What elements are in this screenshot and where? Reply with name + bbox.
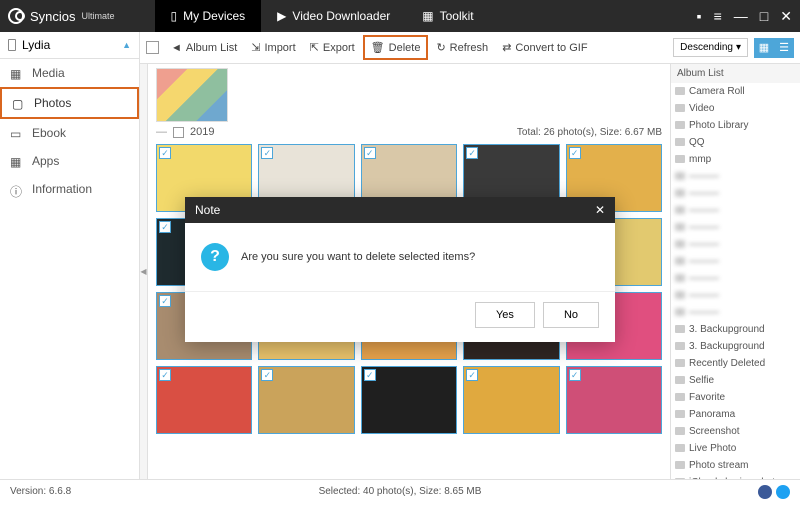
confirm-dialog: Note ✕ ? Are you sure you want to delete… (185, 197, 615, 342)
no-button[interactable]: No (543, 302, 599, 328)
dialog-close-icon[interactable]: ✕ (595, 203, 605, 217)
question-icon: ? (201, 243, 229, 271)
dialog-message: Are you sure you want to delete selected… (241, 251, 475, 263)
yes-button[interactable]: Yes (475, 302, 535, 328)
dialog-title: Note (195, 203, 220, 217)
